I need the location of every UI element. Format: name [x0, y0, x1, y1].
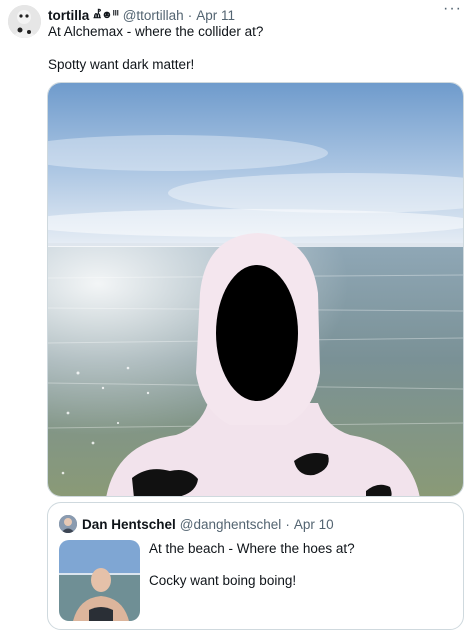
tweet-header: tortilla Ⰼ☻ᴵᴵᴵ @ttortillah · Apr 11: [48, 6, 434, 24]
author-avatar[interactable]: [8, 5, 41, 38]
quoted-author-avatar[interactable]: [59, 515, 77, 533]
tweet-text-line-1: At Alchemax - where the collider at?: [48, 24, 264, 39]
author-display-name[interactable]: tortilla: [48, 8, 89, 23]
quoted-tweet-card[interactable]: Dan Hentschel @danghentschel · Apr 10 At…: [47, 502, 464, 630]
tweet-media-image[interactable]: [47, 82, 464, 497]
header-separator: ·: [187, 7, 193, 23]
tweet-text-line-2: Spotty want dark matter!: [48, 57, 195, 72]
quoted-text-line-1: At the beach - Where the hoes at?: [149, 541, 355, 556]
author-handle[interactable]: @ttortillah: [123, 8, 184, 23]
tweet-date[interactable]: Apr 11: [196, 8, 235, 23]
quoted-separator: ·: [285, 516, 290, 532]
quoted-display-name[interactable]: Dan Hentschel: [82, 517, 176, 532]
quoted-text-line-2: Cocky want boing boing!: [149, 573, 297, 588]
quoted-date[interactable]: Apr 10: [294, 517, 334, 532]
more-dots-icon[interactable]: ···: [443, 0, 462, 18]
quoted-media-thumbnail[interactable]: [59, 540, 140, 621]
quoted-handle[interactable]: @danghentschel: [180, 517, 282, 532]
author-name-emoji: Ⰼ☻ᴵᴵᴵ: [93, 8, 119, 21]
quoted-tweet-header: Dan Hentschel @danghentschel · Apr 10: [82, 515, 334, 533]
